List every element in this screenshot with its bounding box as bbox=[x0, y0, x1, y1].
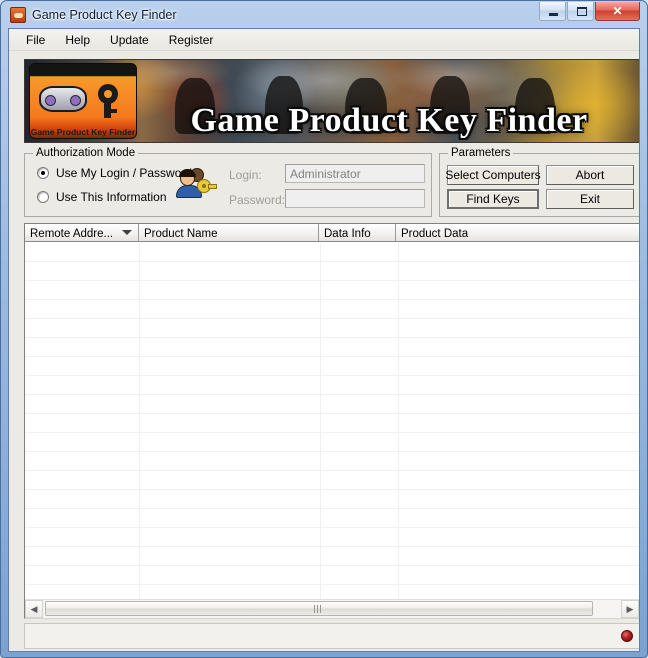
column-header-product-data-label: Product Data bbox=[401, 227, 469, 240]
minimize-icon bbox=[549, 13, 558, 16]
radio-use-this-information[interactable]: Use This Information bbox=[37, 190, 167, 204]
table-row[interactable] bbox=[25, 490, 639, 509]
column-header-remote-address-label: Remote Addre... bbox=[30, 227, 114, 240]
key-icon bbox=[98, 84, 118, 104]
key-stem-icon bbox=[104, 102, 117, 118]
parameters-group: Parameters Select Computers Abort Find K… bbox=[439, 147, 639, 217]
gamepad-icon bbox=[39, 86, 87, 112]
radio-use-my-login-label: Use My Login / Password bbox=[56, 166, 193, 180]
banner: Game Product Key Finder Game Product Key… bbox=[24, 59, 639, 143]
menu-item-file[interactable]: File bbox=[16, 31, 55, 49]
parameters-title: Parameters bbox=[448, 147, 514, 159]
maximize-icon bbox=[577, 7, 587, 16]
table-row[interactable] bbox=[25, 319, 639, 338]
maximize-button[interactable] bbox=[567, 2, 594, 21]
column-header-product-data[interactable]: Product Data bbox=[396, 224, 639, 241]
table-row[interactable] bbox=[25, 300, 639, 319]
status-bar bbox=[24, 623, 639, 649]
column-header-data-info[interactable]: Data Info bbox=[319, 224, 396, 241]
table-row[interactable] bbox=[25, 547, 639, 566]
user-key-icon-hair bbox=[179, 169, 196, 177]
listview-header: Remote Addre... Product Name Data Info P… bbox=[25, 224, 639, 242]
close-icon: ✕ bbox=[612, 4, 623, 18]
minimize-button[interactable] bbox=[539, 2, 566, 21]
client-area: File Help Update Register Game Product K… bbox=[8, 28, 640, 652]
user-key-icon bbox=[175, 166, 217, 200]
authorization-mode-title: Authorization Mode bbox=[33, 147, 139, 159]
close-button[interactable]: ✕ bbox=[595, 2, 640, 21]
title-bar: Game Product Key Finder ✕ bbox=[8, 1, 640, 28]
table-row[interactable] bbox=[25, 376, 639, 395]
menu-item-register[interactable]: Register bbox=[159, 31, 224, 49]
login-label: Login: bbox=[229, 168, 262, 182]
user-key-icon-key-blade bbox=[208, 184, 217, 189]
banner-logo: Game Product Key Finder bbox=[29, 63, 137, 139]
exit-button[interactable]: Exit bbox=[546, 189, 634, 209]
table-row[interactable] bbox=[25, 528, 639, 547]
radio-use-my-login-indicator bbox=[37, 167, 49, 179]
radio-use-my-login[interactable]: Use My Login / Password bbox=[37, 166, 192, 180]
table-row[interactable] bbox=[25, 471, 639, 490]
authorization-mode-group: Authorization Mode Use My Login / Passwo… bbox=[24, 147, 432, 217]
table-row[interactable] bbox=[25, 281, 639, 300]
menu-item-help[interactable]: Help bbox=[55, 31, 100, 49]
column-header-product-name[interactable]: Product Name bbox=[139, 224, 319, 241]
scroll-right-button[interactable]: ▶ bbox=[621, 600, 639, 618]
banner-title: Game Product Key Finder bbox=[190, 102, 588, 139]
table-row[interactable] bbox=[25, 357, 639, 376]
login-input[interactable]: Administrator bbox=[285, 164, 425, 183]
abort-button[interactable]: Abort bbox=[546, 165, 634, 185]
horizontal-scrollbar[interactable]: ◀ ▶ bbox=[25, 599, 639, 618]
column-header-product-name-label: Product Name bbox=[144, 227, 218, 240]
table-row[interactable] bbox=[25, 433, 639, 452]
select-computers-button[interactable]: Select Computers bbox=[445, 165, 541, 185]
sort-descending-icon bbox=[122, 230, 132, 235]
red-status-indicator-icon bbox=[621, 630, 633, 642]
scroll-left-button[interactable]: ◀ bbox=[25, 600, 43, 618]
column-header-data-info-label: Data Info bbox=[324, 227, 371, 240]
table-row[interactable] bbox=[25, 414, 639, 433]
scrollbar-grip-icon bbox=[314, 605, 324, 613]
caption-button-group: ✕ bbox=[538, 2, 640, 22]
scrollbar-thumb[interactable] bbox=[45, 601, 593, 616]
listview-rows bbox=[25, 243, 639, 604]
banner-logo-caption: Game Product Key Finder bbox=[30, 127, 136, 137]
find-keys-button[interactable]: Find Keys bbox=[447, 189, 539, 209]
window-title: Game Product Key Finder bbox=[32, 7, 177, 22]
menu-bar: File Help Update Register bbox=[9, 29, 639, 51]
radio-use-this-information-indicator bbox=[37, 191, 49, 203]
results-listview[interactable]: Remote Addre... Product Name Data Info P… bbox=[24, 223, 639, 619]
password-label: Password: bbox=[229, 193, 286, 207]
table-row[interactable] bbox=[25, 395, 639, 414]
table-row[interactable] bbox=[25, 262, 639, 281]
column-header-remote-address[interactable]: Remote Addre... bbox=[25, 224, 139, 241]
app-icon bbox=[10, 6, 26, 23]
scrollbar-track[interactable] bbox=[43, 600, 621, 618]
table-row[interactable] bbox=[25, 509, 639, 528]
table-row[interactable] bbox=[25, 452, 639, 471]
table-row[interactable] bbox=[25, 566, 639, 585]
application-window: Game Product Key Finder ✕ File Help Upda… bbox=[0, 0, 648, 658]
table-row[interactable] bbox=[25, 338, 639, 357]
menu-item-update[interactable]: Update bbox=[100, 31, 159, 49]
table-row[interactable] bbox=[25, 243, 639, 262]
radio-use-this-information-label: Use This Information bbox=[56, 190, 167, 204]
password-input[interactable] bbox=[285, 189, 425, 208]
